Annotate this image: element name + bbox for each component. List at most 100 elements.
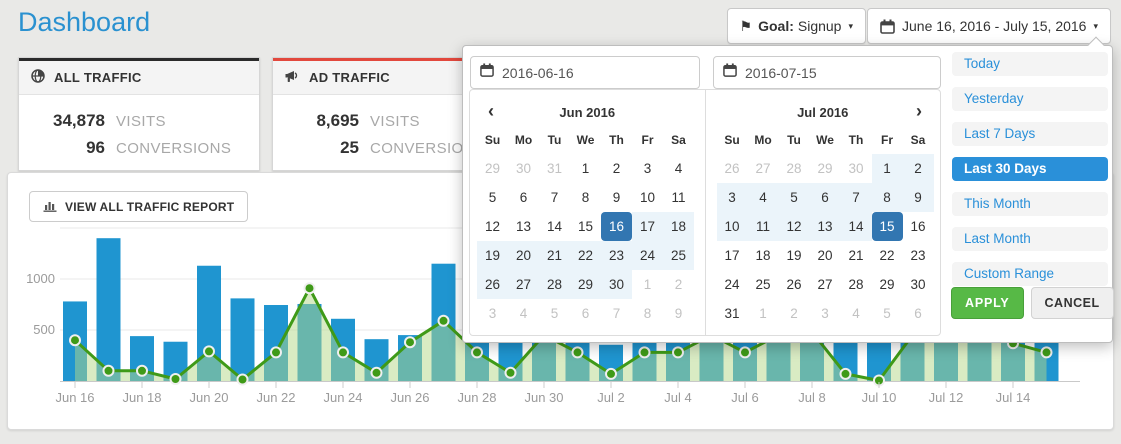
- day-cell[interactable]: 2: [663, 270, 694, 299]
- day-cell[interactable]: 31: [539, 154, 570, 183]
- day-cell[interactable]: 26: [717, 154, 748, 183]
- day-cell[interactable]: 2: [601, 154, 632, 183]
- day-cell[interactable]: 8: [872, 183, 903, 212]
- day-cell[interactable]: 11: [663, 183, 694, 212]
- day-cell[interactable]: 6: [903, 299, 934, 328]
- day-cell[interactable]: 30: [508, 154, 539, 183]
- cancel-button[interactable]: CANCEL: [1031, 287, 1114, 319]
- day-cell[interactable]: 7: [539, 183, 570, 212]
- day-cell[interactable]: 29: [810, 154, 841, 183]
- range-option-today[interactable]: Today: [952, 52, 1108, 76]
- day-cell[interactable]: 4: [508, 299, 539, 328]
- day-cell[interactable]: 25: [748, 270, 779, 299]
- next-month-arrow[interactable]: ›: [906, 98, 932, 126]
- day-cell[interactable]: 28: [539, 270, 570, 299]
- day-cell[interactable]: 28: [841, 270, 872, 299]
- day-cell[interactable]: 20: [810, 241, 841, 270]
- day-cell[interactable]: 30: [841, 154, 872, 183]
- day-cell[interactable]: 27: [748, 154, 779, 183]
- day-cell[interactable]: 1: [872, 154, 903, 183]
- day-cell[interactable]: 18: [663, 212, 694, 241]
- range-option-last-7-days[interactable]: Last 7 Days: [952, 122, 1108, 146]
- day-cell[interactable]: 3: [477, 299, 508, 328]
- day-cell[interactable]: 12: [779, 212, 810, 241]
- day-cell[interactable]: 21: [539, 241, 570, 270]
- day-cell[interactable]: 25: [663, 241, 694, 270]
- day-cell[interactable]: 7: [841, 183, 872, 212]
- range-option-last-30-days[interactable]: Last 30 Days: [952, 157, 1108, 181]
- apply-button[interactable]: APPLY: [951, 287, 1024, 319]
- day-cell[interactable]: 19: [779, 241, 810, 270]
- day-cell[interactable]: 5: [477, 183, 508, 212]
- day-cell[interactable]: 8: [570, 183, 601, 212]
- day-cell[interactable]: 9: [903, 183, 934, 212]
- day-cell[interactable]: 26: [779, 270, 810, 299]
- day-cell[interactable]: 20: [508, 241, 539, 270]
- day-cell[interactable]: 5: [779, 183, 810, 212]
- day-cell[interactable]: 29: [570, 270, 601, 299]
- day-cell[interactable]: 10: [632, 183, 663, 212]
- day-cell[interactable]: 1: [570, 154, 601, 183]
- day-cell[interactable]: 18: [748, 241, 779, 270]
- day-cell-selected[interactable]: 16: [601, 212, 632, 241]
- day-cell[interactable]: 4: [663, 154, 694, 183]
- day-cell[interactable]: 13: [508, 212, 539, 241]
- start-date-input[interactable]: [502, 65, 690, 81]
- day-cell[interactable]: 30: [903, 270, 934, 299]
- previous-month-arrow[interactable]: ‹: [478, 98, 504, 126]
- day-cell[interactable]: 26: [477, 270, 508, 299]
- range-option-custom-range[interactable]: Custom Range: [952, 262, 1108, 286]
- day-cell[interactable]: 16: [903, 212, 934, 241]
- day-cell[interactable]: 14: [539, 212, 570, 241]
- day-cell[interactable]: 6: [810, 183, 841, 212]
- day-cell[interactable]: 6: [508, 183, 539, 212]
- day-cell[interactable]: 5: [872, 299, 903, 328]
- day-cell[interactable]: 27: [508, 270, 539, 299]
- day-cell[interactable]: 3: [632, 154, 663, 183]
- day-cell[interactable]: 5: [539, 299, 570, 328]
- day-cell[interactable]: 29: [477, 154, 508, 183]
- day-cell[interactable]: 4: [748, 183, 779, 212]
- day-cell[interactable]: 22: [872, 241, 903, 270]
- day-cell[interactable]: 9: [663, 299, 694, 328]
- day-cell[interactable]: 21: [841, 241, 872, 270]
- day-cell[interactable]: 22: [570, 241, 601, 270]
- day-cell[interactable]: 31: [717, 299, 748, 328]
- day-cell[interactable]: 29: [872, 270, 903, 299]
- date-range-button[interactable]: June 16, 2016 - July 15, 2016 ▾: [867, 8, 1111, 44]
- day-cell[interactable]: 2: [903, 154, 934, 183]
- day-cell[interactable]: 4: [841, 299, 872, 328]
- day-cell[interactable]: 8: [632, 299, 663, 328]
- range-option-yesterday[interactable]: Yesterday: [952, 87, 1108, 111]
- day-cell[interactable]: 17: [632, 212, 663, 241]
- day-cell[interactable]: 30: [601, 270, 632, 299]
- day-cell[interactable]: 19: [477, 241, 508, 270]
- range-option-last-month[interactable]: Last Month: [952, 227, 1108, 251]
- day-cell[interactable]: 15: [570, 212, 601, 241]
- day-cell[interactable]: 24: [717, 270, 748, 299]
- day-cell[interactable]: 9: [601, 183, 632, 212]
- range-option-this-month[interactable]: This Month: [952, 192, 1108, 216]
- day-cell[interactable]: 14: [841, 212, 872, 241]
- day-cell[interactable]: 3: [717, 183, 748, 212]
- day-cell[interactable]: 23: [601, 241, 632, 270]
- day-cell[interactable]: 28: [779, 154, 810, 183]
- end-date-input[interactable]: [745, 65, 931, 81]
- day-cell[interactable]: 23: [903, 241, 934, 270]
- day-cell[interactable]: 12: [477, 212, 508, 241]
- day-cell[interactable]: 24: [632, 241, 663, 270]
- day-cell[interactable]: 1: [632, 270, 663, 299]
- day-cell[interactable]: 2: [779, 299, 810, 328]
- goal-dropdown-button[interactable]: ⚑ Goal: Signup ▾: [727, 8, 866, 44]
- day-cell[interactable]: 10: [717, 212, 748, 241]
- view-all-traffic-report-button[interactable]: VIEW ALL TRAFFIC REPORT: [29, 191, 248, 222]
- day-cell[interactable]: 1: [748, 299, 779, 328]
- day-cell[interactable]: 7: [601, 299, 632, 328]
- day-cell[interactable]: 11: [748, 212, 779, 241]
- day-cell-selected[interactable]: 15: [872, 212, 903, 241]
- day-cell[interactable]: 17: [717, 241, 748, 270]
- day-cell[interactable]: 27: [810, 270, 841, 299]
- day-cell[interactable]: 13: [810, 212, 841, 241]
- day-cell[interactable]: 3: [810, 299, 841, 328]
- day-cell[interactable]: 6: [570, 299, 601, 328]
